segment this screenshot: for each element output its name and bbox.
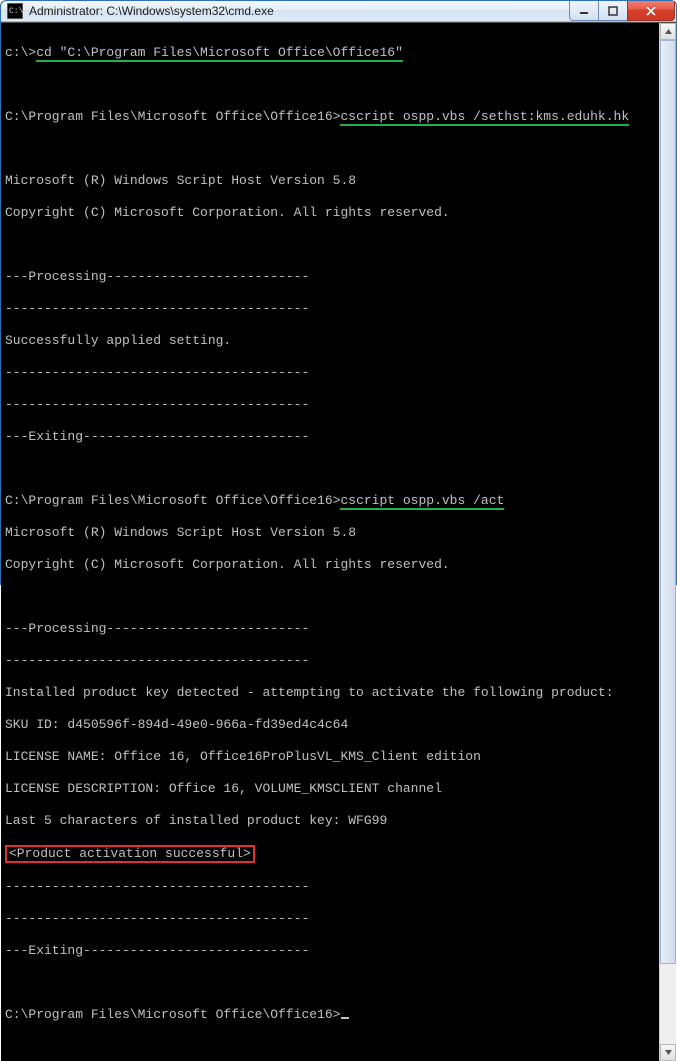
console-area: c:\>cd "C:\Program Files\Microsoft Offic… [1, 22, 676, 1061]
processing-line: ---Processing-------------------------- [5, 269, 657, 285]
svg-text:C:\: C:\ [9, 7, 23, 16]
dashes-line: --------------------------------------- [5, 911, 657, 927]
close-button[interactable] [627, 1, 675, 21]
applied-line: Successfully applied setting. [5, 333, 657, 349]
wsh-banner-1: Microsoft (R) Windows Script Host Versio… [5, 173, 657, 189]
license-name-line: LICENSE NAME: Office 16, Office16ProPlus… [5, 749, 657, 765]
installed-line: Installed product key detected - attempt… [5, 685, 657, 701]
sku-line: SKU ID: d450596f-894d-49e0-966a-fd39ed4c… [5, 717, 657, 733]
exiting-line: ---Exiting----------------------------- [5, 943, 657, 959]
wsh-banner-1: Microsoft (R) Windows Script Host Versio… [5, 525, 657, 541]
scroll-thumb[interactable] [660, 40, 676, 964]
dashes-line: --------------------------------------- [5, 397, 657, 413]
command-sethst: cscript ospp.vbs /sethst:kms.eduhk.hk [340, 109, 629, 126]
prompt: C:\Program Files\Microsoft Office\Office… [5, 493, 340, 508]
scroll-track[interactable] [660, 40, 676, 1044]
blank-line [5, 77, 657, 93]
console-output[interactable]: c:\>cd "C:\Program Files\Microsoft Offic… [1, 23, 659, 1061]
scroll-up-button[interactable] [660, 23, 676, 40]
prompt: c:\> [5, 45, 36, 60]
blank-line [5, 975, 657, 991]
cmd-icon: C:\ [7, 3, 23, 19]
dashes-line: --------------------------------------- [5, 365, 657, 381]
scroll-down-button[interactable] [660, 1044, 676, 1061]
wsh-banner-2: Copyright (C) Microsoft Corporation. All… [5, 205, 657, 221]
window-title: Administrator: C:\Windows\system32\cmd.e… [29, 4, 570, 18]
maximize-button[interactable] [598, 1, 628, 21]
final-prompt: C:\Program Files\Microsoft Office\Office… [5, 1007, 340, 1022]
vertical-scrollbar[interactable] [659, 23, 676, 1061]
processing-line: ---Processing-------------------------- [5, 621, 657, 637]
window-controls [570, 1, 676, 21]
blank-line [5, 589, 657, 605]
activation-success: <Product activation successful> [5, 845, 255, 863]
exiting-line: ---Exiting----------------------------- [5, 429, 657, 445]
minimize-button[interactable] [569, 1, 599, 21]
last5-line: Last 5 characters of installed product k… [5, 813, 657, 829]
prompt: C:\Program Files\Microsoft Office\Office… [5, 109, 340, 124]
command-cd: cd "C:\Program Files\Microsoft Office\Of… [36, 45, 403, 62]
wsh-banner-2: Copyright (C) Microsoft Corporation. All… [5, 557, 657, 573]
cmd-window: C:\ Administrator: C:\Windows\system32\c… [0, 0, 677, 585]
blank-line [5, 461, 657, 477]
license-desc-line: LICENSE DESCRIPTION: Office 16, VOLUME_K… [5, 781, 657, 797]
blank-line [5, 237, 657, 253]
dashes-line: --------------------------------------- [5, 301, 657, 317]
titlebar[interactable]: C:\ Administrator: C:\Windows\system32\c… [1, 1, 676, 22]
blank-line [5, 141, 657, 157]
command-act: cscript ospp.vbs /act [340, 493, 504, 510]
cursor [341, 1017, 349, 1019]
dashes-line: --------------------------------------- [5, 879, 657, 895]
dashes-line: --------------------------------------- [5, 653, 657, 669]
